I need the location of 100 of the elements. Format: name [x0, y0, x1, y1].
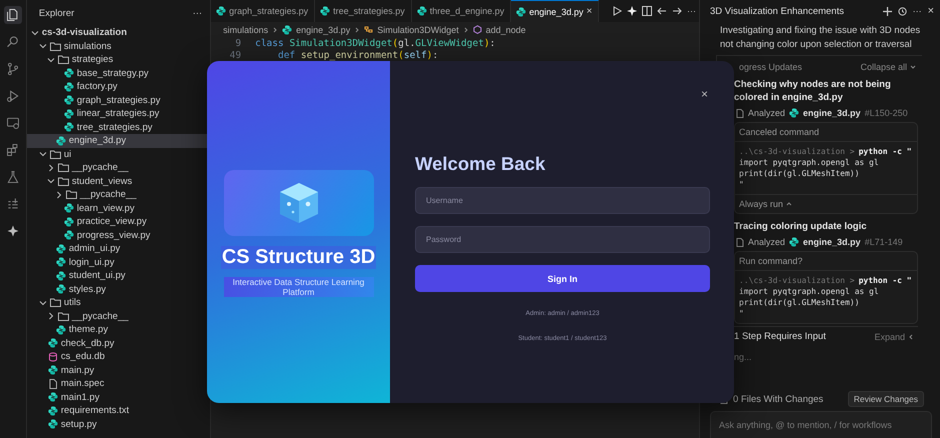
chevron-down-icon[interactable]	[38, 298, 47, 307]
tree-item[interactable]: student_views	[26, 174, 210, 188]
command-text: python -c "	[858, 146, 912, 157]
files-icon[interactable]	[6, 8, 20, 22]
tree-item[interactable]: progress_view.py	[26, 228, 210, 242]
tree-item[interactable]: styles.py	[26, 282, 210, 296]
monitor-icon[interactable]	[6, 116, 20, 130]
split-editor-icon[interactable]	[642, 6, 652, 16]
collapse-all-button[interactable]: Collapse all	[860, 62, 908, 72]
tree-item[interactable]: linear_strategies.py	[26, 107, 210, 120]
editor-tab[interactable]: graph_strategies.py	[211, 0, 316, 22]
username-field[interactable]: Username	[415, 187, 710, 214]
python-file-icon	[56, 270, 66, 281]
caret-up-icon[interactable]	[786, 201, 792, 207]
chevron-down-icon[interactable]	[46, 56, 55, 64]
chevron-right-icon[interactable]	[54, 190, 63, 199]
folder-icon	[50, 42, 61, 51]
arrow-right-icon[interactable]	[672, 6, 682, 16]
tree-item[interactable]: tree_strategies.py	[26, 120, 210, 134]
always-run-link[interactable]: Always run	[739, 199, 784, 209]
chevron-down-icon[interactable]	[910, 64, 916, 70]
search-icon[interactable]	[6, 35, 20, 49]
file-link[interactable]: engine_3d.py	[803, 237, 861, 247]
more-button[interactable]: ···	[912, 6, 922, 16]
password-field[interactable]: Password	[415, 226, 710, 253]
tree-item[interactable]: login_ui.py	[26, 256, 210, 269]
folder-icon	[50, 150, 61, 159]
tree-item[interactable]: simulations	[26, 40, 210, 53]
tree-item[interactable]: ui	[26, 148, 210, 161]
python-file-icon	[516, 6, 526, 16]
tree-item[interactable]: cs_edu.db	[26, 350, 210, 364]
command-line: print(dir(gl.GLMeshItem))	[739, 297, 860, 308]
chevron-right-icon[interactable]	[46, 164, 55, 172]
plus-icon[interactable]	[882, 6, 892, 16]
chevron-left-icon[interactable]	[908, 334, 914, 340]
chevron-down-icon[interactable]	[30, 28, 39, 37]
line-number: 9	[234, 38, 242, 48]
python-file-icon	[48, 406, 58, 416]
line-number: 49	[228, 50, 242, 60]
command-status: Run command?	[735, 252, 918, 271]
tree-item[interactable]: base_strategy.py	[26, 66, 210, 80]
editor-tab[interactable]: tree_strategies.py	[315, 0, 412, 22]
python-file-icon	[320, 6, 330, 16]
close-button[interactable]: ×	[928, 5, 934, 17]
blocks-icon[interactable]	[6, 143, 20, 157]
more-button[interactable]: ···	[192, 8, 202, 18]
tree-item[interactable]: utils	[26, 296, 210, 310]
arrow-left-icon[interactable]	[657, 6, 668, 16]
python-file-icon	[416, 6, 427, 16]
close-button[interactable]: ×	[700, 87, 708, 101]
list-icon[interactable]	[6, 197, 20, 211]
file-link[interactable]: engine_3d.py	[803, 108, 861, 118]
command-line: print(dir(gl.GLMeshItem))	[739, 168, 860, 179]
tree-item[interactable]: requirements.txt	[26, 404, 210, 418]
tree-item[interactable]: learn_view.py	[26, 202, 210, 215]
tree-item[interactable]: graph_strategies.py	[26, 94, 210, 107]
sparkle-icon[interactable]	[627, 6, 638, 16]
breadcrumb-item[interactable]: add_node	[486, 24, 526, 34]
sparkle-icon[interactable]	[6, 224, 20, 238]
tree-item[interactable]: __pycache__	[26, 188, 210, 202]
tree-item[interactable]: student_ui.py	[26, 269, 210, 282]
tree-item[interactable]: check_db.py	[26, 336, 210, 350]
tree-item[interactable]: factory.py	[26, 80, 210, 94]
file-icon	[736, 238, 744, 246]
chevron-down-icon[interactable]	[38, 150, 47, 158]
tree-item[interactable]: admin_ui.py	[26, 242, 210, 256]
history-icon[interactable]	[898, 6, 907, 16]
tree-item[interactable]: strategies	[26, 53, 210, 66]
chevron-right-icon[interactable]	[46, 312, 55, 320]
folder-icon	[66, 190, 77, 200]
python-file-icon	[789, 108, 800, 118]
editor-tab[interactable]: engine_3d.py ×	[511, 0, 600, 22]
review-changes-button[interactable]: Review Changes	[848, 391, 924, 407]
chevron-down-icon[interactable]	[38, 42, 47, 50]
python-file-icon	[56, 257, 66, 268]
tree-item[interactable]: setup.py	[26, 418, 210, 431]
chat-input[interactable]: Ask anything, @ to mention, / for workflows	[710, 411, 932, 438]
tree-item[interactable]: __pycache__	[26, 161, 210, 174]
play-bug-icon[interactable]	[6, 89, 20, 103]
close-tab-button[interactable]: ×	[586, 6, 592, 17]
chevron-down-icon[interactable]	[46, 177, 55, 186]
flask-icon[interactable]	[6, 170, 20, 184]
python-file-icon	[216, 6, 226, 16]
tree-item[interactable]: __pycache__	[26, 310, 210, 323]
more-button[interactable]: ···	[687, 6, 696, 16]
python-file-icon	[56, 324, 66, 335]
tree-item[interactable]: theme.py	[26, 323, 210, 336]
breadcrumb-item[interactable]: engine_3d.py	[296, 24, 350, 34]
tree-item[interactable]: main.spec	[26, 377, 210, 390]
breadcrumb-item[interactable]: Simulation3DWidget	[377, 24, 459, 34]
tree-item[interactable]: practice_view.py	[26, 215, 210, 228]
tree-item[interactable]: cs-3d-visualization	[26, 26, 210, 40]
run-icon[interactable]	[612, 6, 622, 16]
sign-in-button[interactable]: Sign In	[415, 265, 710, 292]
breadcrumb-item[interactable]: simulations	[223, 24, 268, 34]
tree-item[interactable]: main1.py	[26, 390, 210, 404]
tree-item[interactable]: main.py	[26, 364, 210, 377]
code-line: class Simulation3DWidget(gl.GLViewWidget):	[255, 38, 496, 48]
expand-button[interactable]: Expand	[874, 332, 906, 342]
branch-icon[interactable]	[6, 62, 20, 76]
